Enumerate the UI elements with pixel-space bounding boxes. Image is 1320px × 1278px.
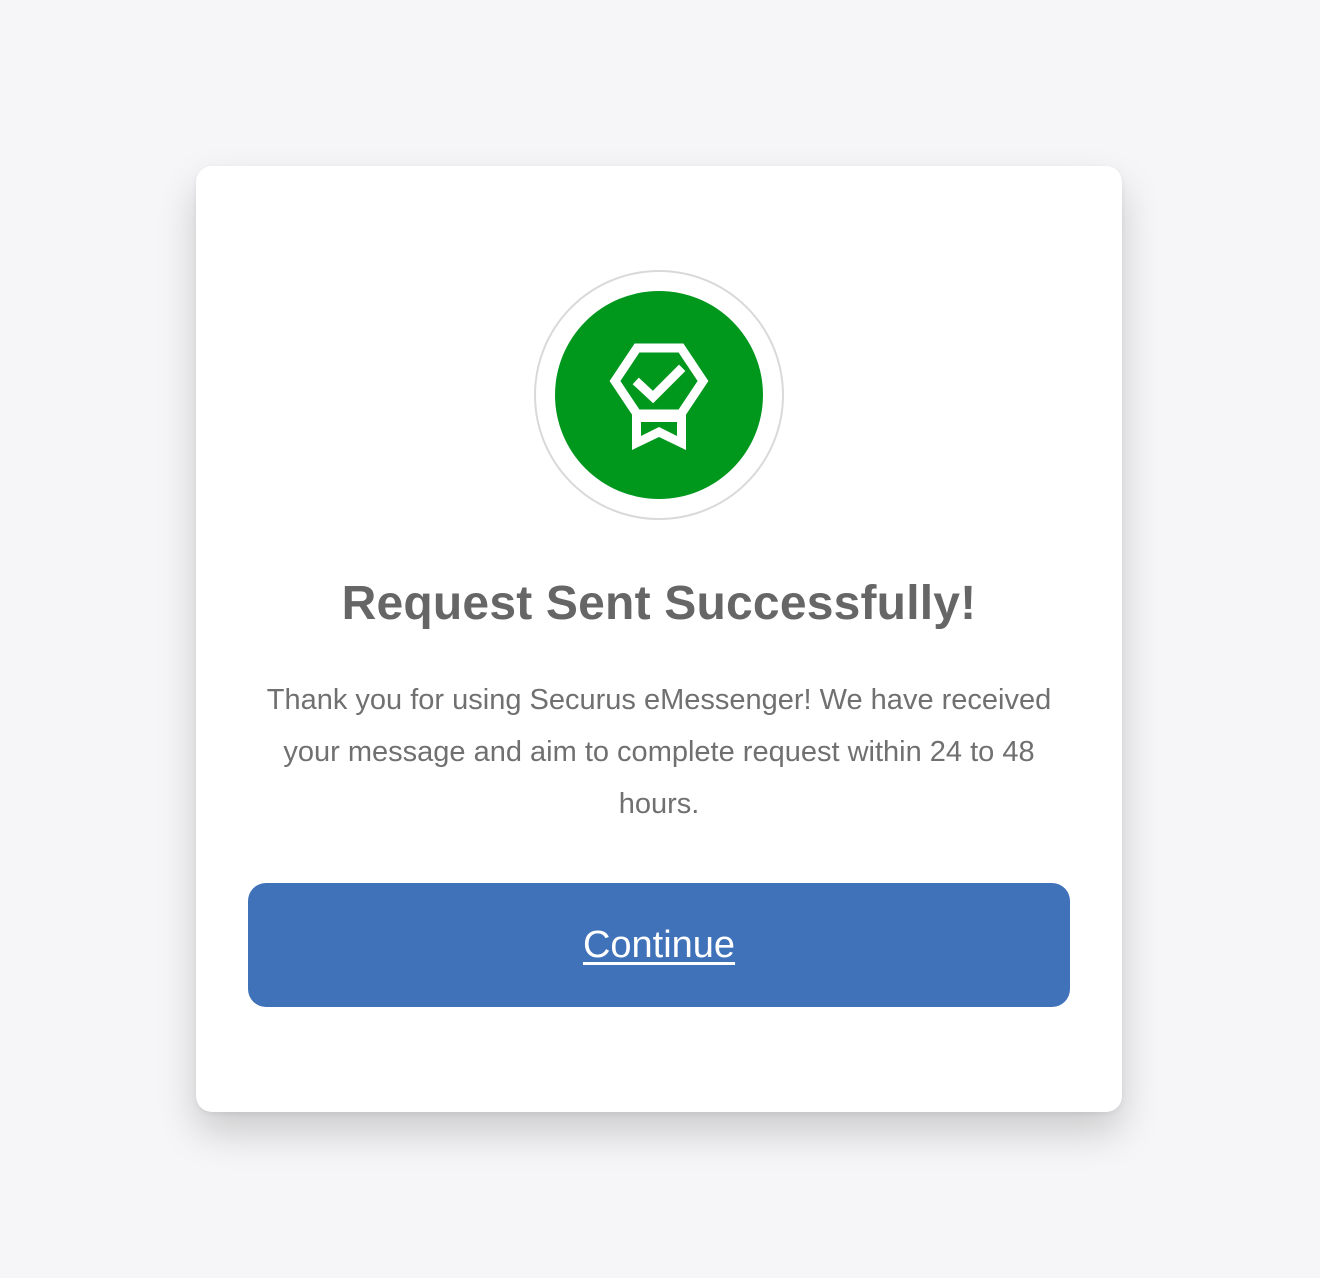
- award-badge-check-icon: [609, 343, 709, 450]
- dialog-title: Request Sent Successfully!: [341, 577, 977, 630]
- success-dialog: Request Sent Successfully! Thank you for…: [196, 166, 1122, 1112]
- success-badge-ring: [534, 270, 784, 520]
- success-badge: [555, 291, 763, 499]
- continue-button[interactable]: Continue: [248, 883, 1070, 1007]
- dialog-message: Thank you for using Securus eMessenger! …: [266, 684, 1052, 820]
